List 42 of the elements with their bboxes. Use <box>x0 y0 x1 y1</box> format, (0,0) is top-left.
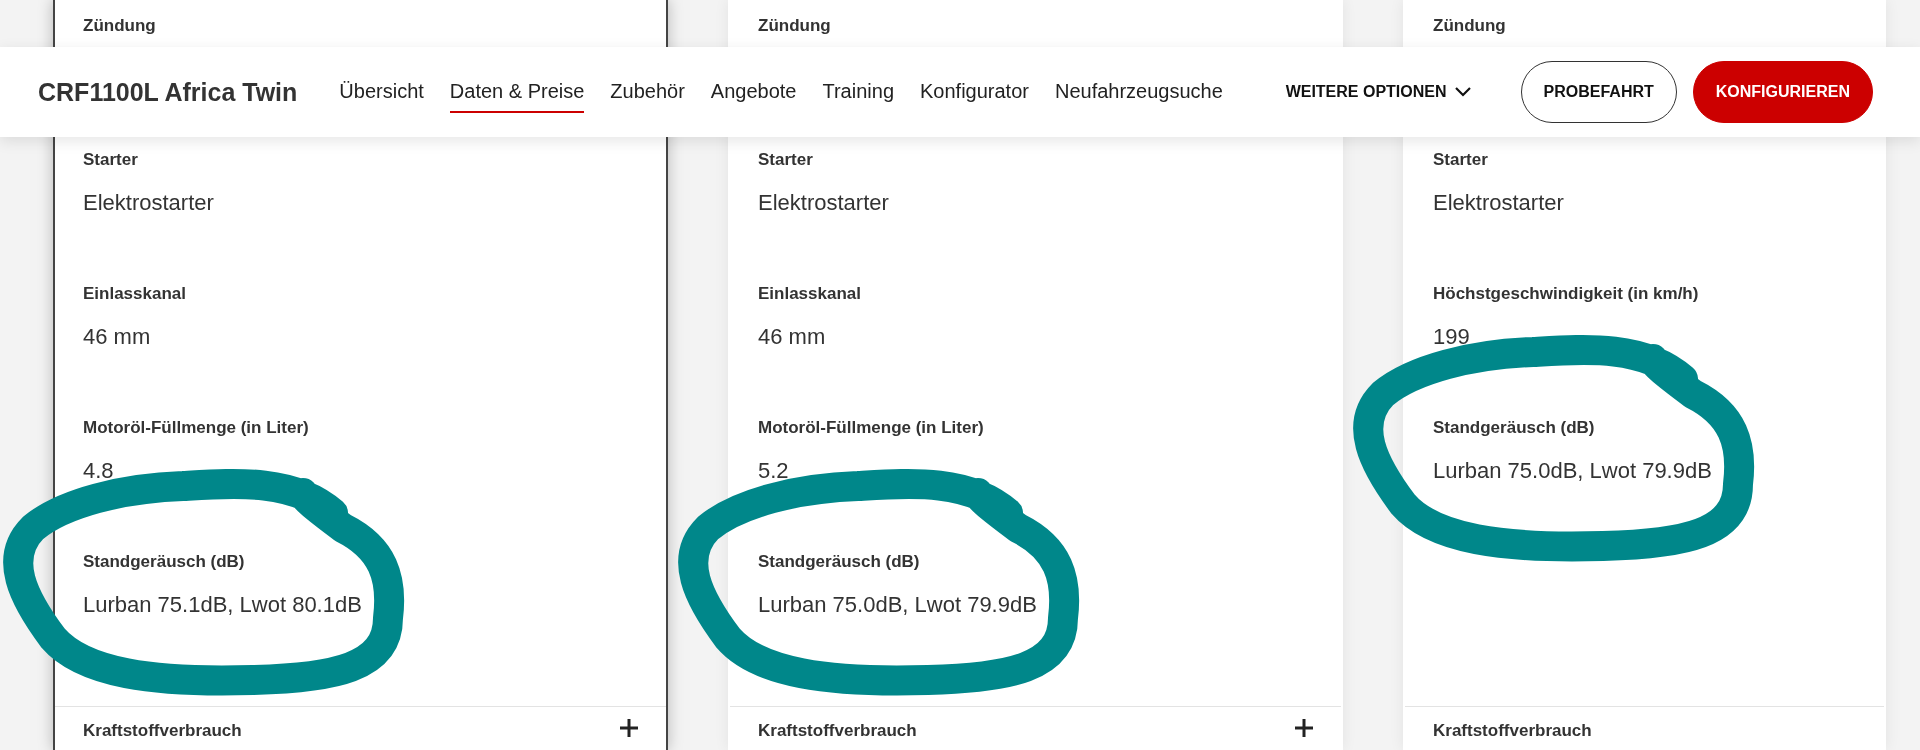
spec-value: 4.8 <box>83 457 114 485</box>
spec-label: Standgeräusch (dB) <box>83 551 245 573</box>
section-heading[interactable]: Kraftstoffverbrauch <box>83 719 242 743</box>
spec-value: Elektrostarter <box>758 189 889 217</box>
spec-label: Motoröl-Füllmenge (in Liter) <box>83 417 309 439</box>
spec-label: Einlasskanal <box>758 283 861 305</box>
spec-label: Starter <box>1433 149 1488 171</box>
nav-link[interactable]: Training <box>822 71 894 113</box>
spec-value: Elektrostarter <box>83 189 214 217</box>
nav-link[interactable]: Zubehör <box>610 71 685 113</box>
spec-label: Standgeräusch (dB) <box>758 551 920 573</box>
nav-link[interactable]: Übersicht <box>339 71 424 113</box>
test-ride-button[interactable]: PROBEFAHRT <box>1520 61 1677 123</box>
chevron-down-icon <box>1454 87 1471 97</box>
spec-value: Elektrostarter <box>1433 189 1564 217</box>
spec-value: 46 mm <box>83 323 151 351</box>
more-options-button[interactable]: WEITERE OPTIONEN <box>1285 83 1471 101</box>
spec-value: Lurban 75.0dB, Lwot 79.9dB <box>1433 457 1712 485</box>
spec-label: Einlasskanal <box>83 283 186 305</box>
spec-label: Zündung <box>83 15 156 37</box>
nav-link[interactable]: Angebote <box>710 71 797 113</box>
model-title: CRF1100L Africa Twin <box>38 77 298 107</box>
configure-button[interactable]: KONFIGURIEREN <box>1692 61 1873 123</box>
spec-label: Zündung <box>758 15 831 37</box>
spec-value: 5.2 <box>758 457 789 485</box>
spec-value: Lurban 75.0dB, Lwot 79.9dB <box>758 591 1037 619</box>
spec-label: Standgeräusch (dB) <box>1433 417 1595 439</box>
nav-link[interactable]: Neufahrzeugsuche <box>1054 71 1223 113</box>
spec-value: 46 mm <box>758 323 826 351</box>
section-heading[interactable]: Kraftstoffverbrauch <box>758 719 917 743</box>
spec-value: 199 <box>1433 323 1470 351</box>
plus-icon[interactable] <box>1295 719 1313 737</box>
plus-icon[interactable] <box>620 719 638 737</box>
nav-link[interactable]: Daten & Preise <box>449 71 585 113</box>
spec-label: Zündung <box>1433 15 1506 37</box>
spec-label: Motoröl-Füllmenge (in Liter) <box>758 417 984 439</box>
spec-label: Starter <box>758 149 813 171</box>
spec-value: Lurban 75.1dB, Lwot 80.1dB <box>83 591 362 619</box>
nav-link[interactable]: Konfigurator <box>920 71 1029 113</box>
section-heading[interactable]: Kraftstoffverbrauch <box>1433 719 1592 743</box>
spec-label: Höchstgeschwindigkeit (in km/h) <box>1433 283 1699 305</box>
spec-label: Starter <box>83 149 138 171</box>
